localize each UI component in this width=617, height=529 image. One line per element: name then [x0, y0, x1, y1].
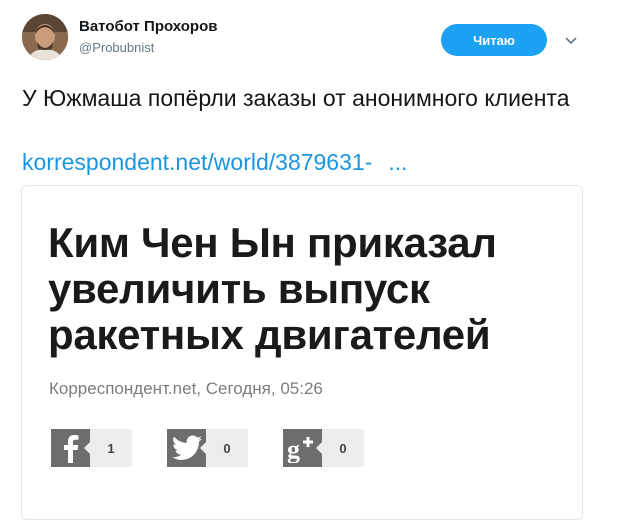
display-name[interactable]: Ватобот Прохоров	[79, 18, 217, 35]
tweet-link-text: korrespondent.net/world/3879631-	[22, 149, 373, 175]
svg-text:g: g	[287, 435, 300, 463]
share-twitter[interactable]: 0	[167, 429, 248, 467]
card-meta: Корреспондент.net, Сегодня, 05:26	[49, 379, 323, 398]
user-photo	[22, 14, 68, 60]
follow-button[interactable]: Читаю	[441, 24, 547, 56]
share-facebook[interactable]: 1	[51, 429, 132, 467]
share-google-plus[interactable]: g 0	[283, 429, 364, 467]
chevron-down-icon[interactable]	[563, 32, 579, 48]
avatar[interactable]	[22, 14, 68, 60]
tweet-link[interactable]: korrespondent.net/world/3879631-...	[22, 148, 408, 176]
share-count: 1	[84, 429, 132, 467]
tweet-text: У Южмаша попёрли заказы от анонимного кл…	[22, 85, 570, 111]
share-count: 0	[316, 429, 364, 467]
tweet-link-ellipsis: ...	[388, 149, 408, 175]
card-title[interactable]: Ким Чен Ын приказал увеличить выпуск рак…	[48, 220, 568, 358]
share-count: 0	[200, 429, 248, 467]
link-card[interactable]: Ким Чен Ын приказал увеличить выпуск рак…	[21, 185, 583, 520]
user-handle[interactable]: @Probubnist	[79, 40, 154, 55]
